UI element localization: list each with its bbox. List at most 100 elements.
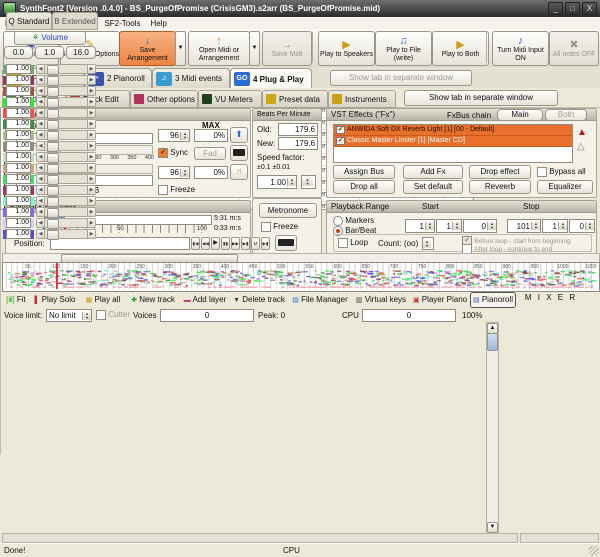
- slider-left-arrow-icon[interactable]: ◀: [37, 153, 45, 161]
- channel-volume-slider[interactable]: ◀▶: [36, 185, 96, 195]
- track-toolbar-add-layer-button[interactable]: ▬ Add layer: [180, 292, 230, 308]
- slider-left-arrow-icon[interactable]: ◀: [37, 120, 45, 128]
- fxbus-both-button[interactable]: Both: [545, 109, 587, 121]
- set-default-button[interactable]: Set default: [403, 180, 463, 194]
- midi-input-on-button[interactable]: ♪Turn Midi Input ON: [492, 31, 549, 66]
- speed-fine-spinner[interactable]: ▲▼: [301, 175, 316, 189]
- channel-volume-value[interactable]: 1.00: [6, 152, 31, 162]
- midi-plug-button[interactable]: ⑁: [230, 164, 248, 180]
- right-volume-spinner[interactable]: 96▲▼: [158, 166, 190, 179]
- slider-right-arrow-icon[interactable]: ▶: [87, 142, 95, 150]
- stop-beat-spinner[interactable]: 1▲▼: [542, 219, 568, 233]
- stop-tick-spinner[interactable]: 0▲▼: [569, 219, 595, 233]
- slider-left-arrow-icon[interactable]: ◀: [37, 175, 45, 183]
- channel-slider-thumb[interactable]: [47, 98, 59, 108]
- subtab-instruments[interactable]: Instruments: [328, 90, 396, 108]
- channel-volume-value[interactable]: 1.00: [6, 196, 31, 206]
- channel-slider-thumb[interactable]: [47, 208, 59, 218]
- play-both-button[interactable]: ▶Play to Both: [432, 31, 489, 66]
- spinner-arrows-icon[interactable]: ▲▼: [180, 132, 189, 140]
- spinner-arrows-icon[interactable]: ▲▼: [558, 222, 567, 230]
- metronome-button[interactable]: Metronome: [259, 203, 317, 218]
- open-midi-button[interactable]: ↑Open Midi or Arrangement: [188, 31, 250, 66]
- markers-radio[interactable]: Markers: [333, 216, 374, 226]
- close-button[interactable]: X: [582, 2, 597, 15]
- scroll-down-icon[interactable]: ▼: [487, 522, 498, 533]
- slider-left-arrow-icon[interactable]: ◀: [37, 230, 45, 238]
- transport-pause-button[interactable]: ▮▮: [221, 237, 230, 250]
- count-spinner[interactable]: ▲▼: [422, 237, 434, 250]
- table-scrollbar-thumb[interactable]: [487, 333, 498, 351]
- channel-volume-slider[interactable]: ◀▶: [36, 229, 96, 239]
- slider-left-arrow-icon[interactable]: ◀: [37, 109, 45, 117]
- track-toolbar-fit-button[interactable]: [ⅲ] Fit: [2, 292, 30, 308]
- channel-slider-thumb[interactable]: [47, 87, 59, 97]
- play-file-button[interactable]: ♫Play to File (write): [375, 31, 432, 66]
- channel-slider-thumb[interactable]: [47, 230, 59, 240]
- transport-play-button[interactable]: ▶: [211, 237, 220, 250]
- spinner-arrows-icon[interactable]: ▲▼: [585, 222, 594, 230]
- volume-up-button[interactable]: ⬆: [230, 127, 248, 143]
- channel-volume-value[interactable]: 1.00: [6, 130, 31, 140]
- channel-slider-thumb[interactable]: [47, 186, 59, 196]
- slider-left-arrow-icon[interactable]: ◀: [37, 164, 45, 172]
- tab-4-plug-play[interactable]: GO4 Plug & Play: [230, 68, 312, 89]
- channel-volume-slider[interactable]: ◀▶: [36, 64, 96, 74]
- channel-slider-thumb[interactable]: [47, 76, 59, 86]
- channel-volume-slider[interactable]: ◀▶: [36, 86, 96, 96]
- mixer-tab-standard[interactable]: Q Standard: [6, 12, 52, 30]
- reverb-button[interactable]: Reveerb: [469, 180, 531, 194]
- transport-skip-end-button[interactable]: ▶▮: [261, 237, 270, 250]
- channel-volume-value[interactable]: 1.00: [6, 174, 31, 184]
- channel-slider-thumb[interactable]: [47, 142, 59, 152]
- slider-left-arrow-icon[interactable]: ◀: [37, 208, 45, 216]
- channel-volume-slider[interactable]: ◀▶: [36, 218, 96, 228]
- spinner-arrows-icon[interactable]: ▲▼: [180, 169, 189, 177]
- channel-slider-thumb[interactable]: [47, 120, 59, 130]
- mixer-preset-1[interactable]: 1.0: [35, 46, 64, 59]
- slider-right-arrow-icon[interactable]: ▶: [87, 131, 95, 139]
- slider-right-arrow-icon[interactable]: ▶: [87, 76, 95, 84]
- transport-marker-button[interactable]: M: [251, 237, 260, 250]
- assign-bus-button[interactable]: Assign Bus: [333, 165, 395, 179]
- channel-volume-slider[interactable]: ◀▶: [36, 119, 96, 129]
- channel-volume-slider[interactable]: ◀▶: [36, 141, 96, 151]
- spinner-arrows-icon[interactable]: ▲▼: [531, 222, 540, 230]
- track-toolbar-player-piano-button[interactable]: ▣ Player Piano: [410, 292, 470, 308]
- open-midi-dropdown-icon[interactable]: ▼: [249, 31, 260, 66]
- channel-volume-slider[interactable]: ◀▶: [36, 108, 96, 118]
- slider-left-arrow-icon[interactable]: ◀: [37, 87, 45, 95]
- play-speakers-button[interactable]: ▶Play to Speakers: [318, 31, 375, 66]
- subtab-preset-data[interactable]: Preset data: [262, 90, 328, 108]
- transport-skip-next-button[interactable]: ▶▮: [241, 237, 250, 250]
- channel-volume-slider[interactable]: ◀▶: [36, 174, 96, 184]
- mixer-volume-button[interactable]: ⚘ Volume: [14, 31, 86, 45]
- channel-volume-value[interactable]: 1.00: [6, 207, 31, 217]
- pianoroll-overview[interactable]: 5010015020025030035040045050055060065070…: [2, 262, 600, 292]
- fx-move-up-icon[interactable]: ▲: [577, 127, 587, 138]
- slider-right-arrow-icon[interactable]: ▶: [87, 87, 95, 95]
- sync-checkbox[interactable]: ✔ Sync: [158, 148, 188, 158]
- track-toolbar-virtual-keys-button[interactable]: ▥ Virtual keys: [352, 292, 410, 308]
- slider-left-arrow-icon[interactable]: ◀: [37, 219, 45, 227]
- drop-effect-button[interactable]: Drop effect: [469, 165, 531, 179]
- slider-right-arrow-icon[interactable]: ▶: [87, 219, 95, 227]
- bpm-freeze-checkbox[interactable]: Freeze: [261, 222, 298, 232]
- channel-volume-value[interactable]: 1.00: [6, 86, 31, 96]
- fade-button[interactable]: Fad: [194, 147, 226, 160]
- add-fx-button[interactable]: Add Fx: [403, 165, 463, 179]
- vst-effects-list[interactable]: ✔ANWIDA Soft DX Reverb Light [1] [00 - D…: [333, 124, 573, 163]
- channel-volume-value[interactable]: 1.00: [6, 163, 31, 173]
- left-volume-spinner[interactable]: 96▲▼: [158, 129, 190, 142]
- maximize-button[interactable]: □: [565, 2, 580, 15]
- channel-slider-thumb[interactable]: [47, 219, 59, 229]
- equalizer-button[interactable]: Equalizer: [537, 180, 593, 194]
- table-scrollbar[interactable]: ▲ ▼: [486, 322, 499, 534]
- spinner-arrows-icon[interactable]: ▲▼: [425, 222, 434, 230]
- channel-slider-thumb[interactable]: [47, 131, 59, 141]
- channel-volume-slider[interactable]: ◀▶: [36, 97, 96, 107]
- slider-right-arrow-icon[interactable]: ▶: [87, 164, 95, 172]
- mixer-preset-0[interactable]: 0.0: [4, 46, 33, 59]
- slider-right-arrow-icon[interactable]: ▶: [87, 197, 95, 205]
- channel-volume-value[interactable]: 1.00: [6, 97, 31, 107]
